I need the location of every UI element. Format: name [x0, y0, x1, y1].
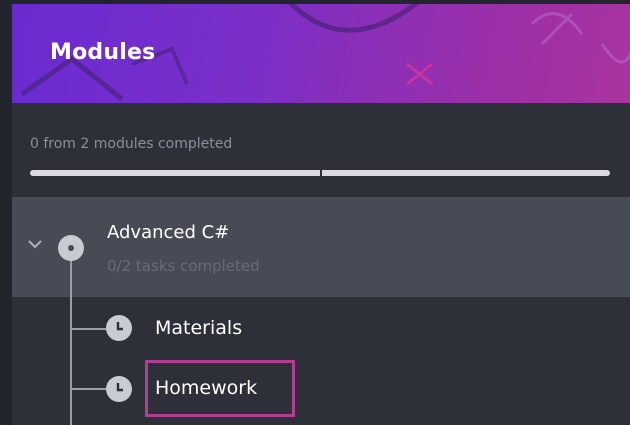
module-row-advanced-csharp[interactable]: Advanced C# 0/2 tasks completed	[12, 197, 630, 297]
homework-highlight-box	[145, 360, 295, 417]
modules-header: Modules	[12, 4, 630, 103]
progress-segment-divider	[320, 170, 322, 176]
progress-text: 0 from 2 modules completed	[30, 136, 233, 152]
module-status-icon	[58, 235, 84, 261]
task-item-materials[interactable]: Materials	[12, 299, 630, 357]
chevron-down-icon[interactable]	[26, 235, 44, 253]
clock-icon	[106, 315, 132, 341]
window-frame-left	[0, 0, 12, 425]
page-title: Modules	[50, 40, 156, 65]
clock-icon	[106, 376, 132, 402]
module-title: Advanced C#	[107, 222, 230, 243]
progress-bar	[30, 170, 610, 176]
task-item-homework[interactable]: Homework	[12, 360, 630, 418]
module-subtitle: 0/2 tasks completed	[107, 257, 260, 275]
overall-progress: 0 from 2 modules completed	[12, 103, 630, 197]
task-label: Materials	[155, 317, 243, 339]
